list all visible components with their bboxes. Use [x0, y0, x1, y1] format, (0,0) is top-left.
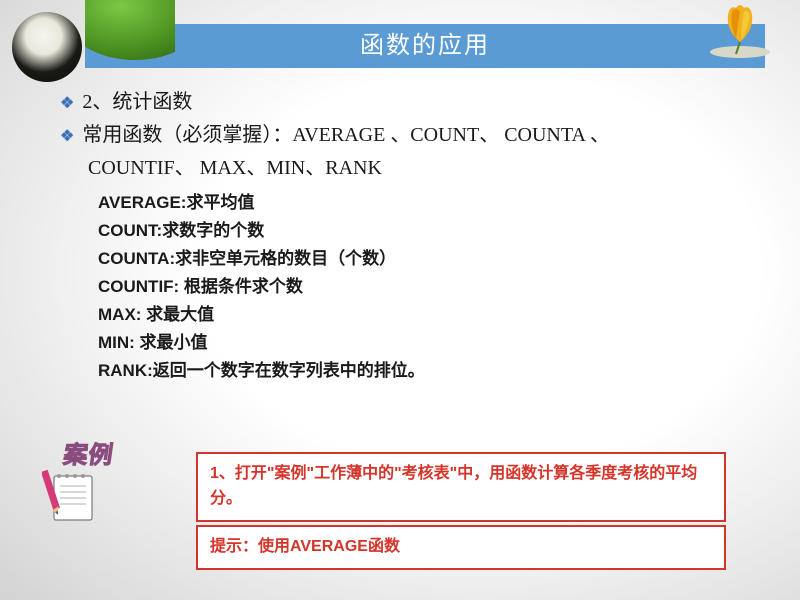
bullet-2-continuation: COUNTIF、 MAX、MIN、RANK [88, 154, 750, 183]
bullet-2: ❖ 常用函数（必须掌握）：AVERAGE 、COUNT、 COUNTA 、 [60, 121, 750, 150]
pencil-notepad-icon [42, 462, 102, 522]
diamond-bullet-icon: ❖ [60, 125, 74, 148]
def-max: MAX: 求最大值 [98, 301, 750, 329]
bullet-1: ❖ 2、统计函数 [60, 88, 750, 117]
def-rank: RANK:返回一个数字在数字列表中的排位。 [98, 357, 750, 385]
def-average: AVERAGE:求平均值 [98, 189, 750, 217]
bullet-2-line1: 常用函数（必须掌握）：AVERAGE 、COUNT、 COUNTA 、 [82, 121, 609, 150]
slide-title: 函数的应用 [85, 24, 765, 68]
function-definitions: AVERAGE:求平均值 COUNT:求数字的个数 COUNTA:求非空单元格的… [98, 189, 750, 385]
tulip-decoration [708, 0, 772, 58]
slide-content: ❖ 2、统计函数 ❖ 常用函数（必须掌握）：AVERAGE 、COUNT、 CO… [60, 88, 750, 385]
diamond-bullet-icon: ❖ [60, 92, 74, 115]
case-instruction-box: 1、打开"案例"工作薄中的"考核表"中，用函数计算各季度考核的平均分。 [196, 452, 726, 522]
bullet-1-text: 2、统计函数 [82, 88, 192, 117]
dandelion-decoration [12, 12, 82, 82]
hint-box: 提示：使用AVERAGE函数 [196, 525, 726, 570]
def-min: MIN: 求最小值 [98, 329, 750, 357]
leaf-decoration [85, 0, 175, 60]
def-count: COUNT:求数字的个数 [98, 217, 750, 245]
def-counta: COUNTA:求非空单元格的数目（个数） [98, 245, 750, 273]
def-countif: COUNTIF: 根据条件求个数 [98, 273, 750, 301]
